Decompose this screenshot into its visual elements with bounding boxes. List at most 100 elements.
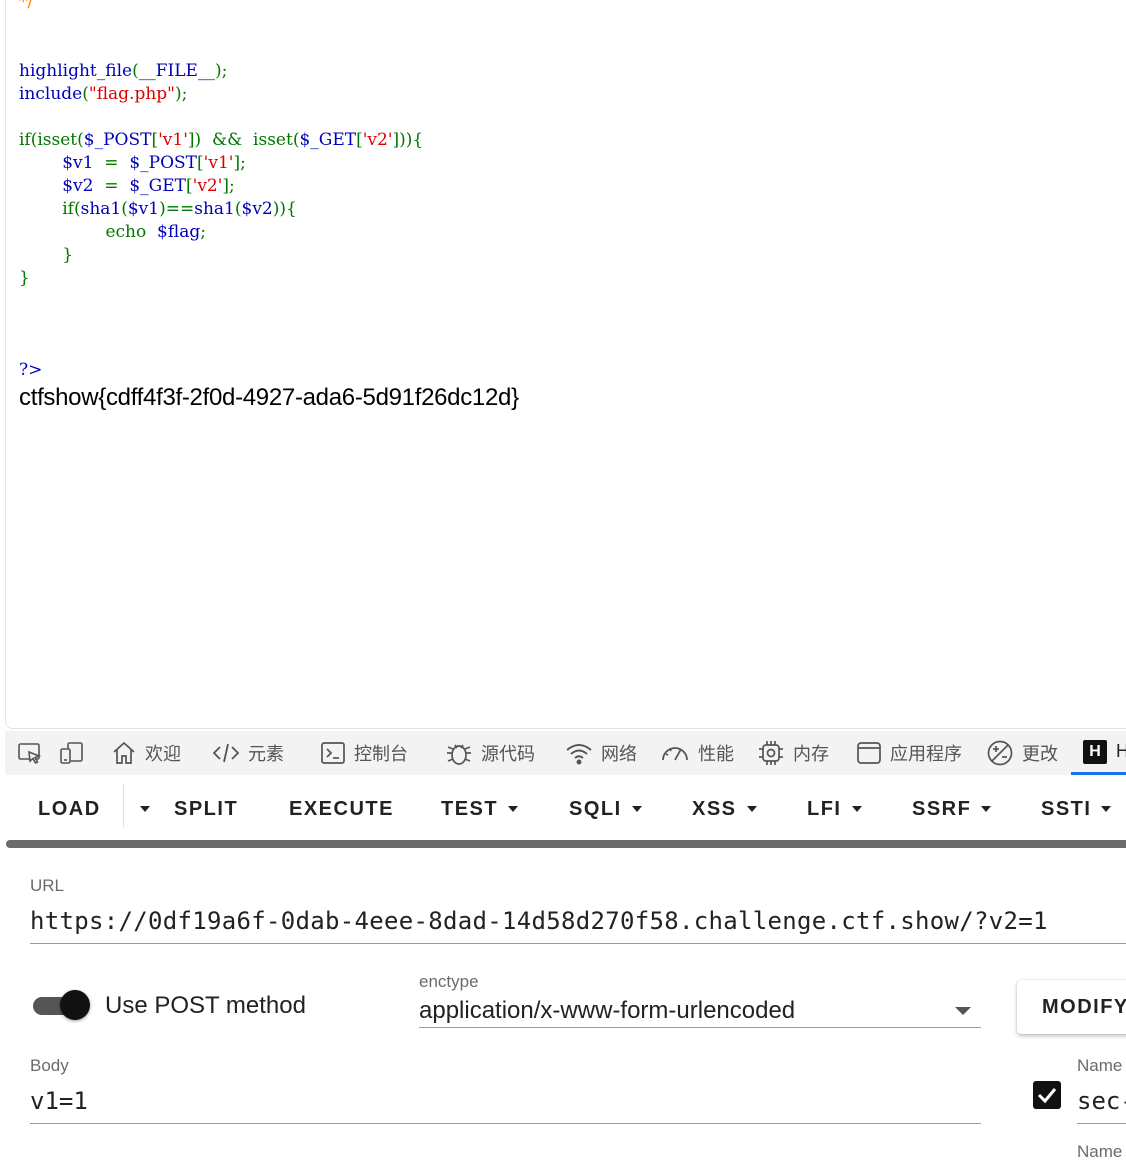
- code-token: );: [214, 61, 228, 81]
- code-token: include: [19, 84, 83, 104]
- ssrf-label: SSRF: [912, 797, 972, 820]
- lfi-label: LFI: [807, 797, 842, 820]
- code-token: )==: [159, 199, 195, 219]
- modify-header-button[interactable]: MODIFY: [1017, 980, 1126, 1034]
- tab-hackbar[interactable]: H H: [1071, 731, 1126, 775]
- tab-sources[interactable]: 源代码: [445, 731, 535, 775]
- tab-application[interactable]: 应用程序: [856, 731, 962, 775]
- code-token: )){: [272, 199, 297, 219]
- tab-label: 更改: [1022, 744, 1058, 764]
- code-line: */: [19, 0, 423, 14]
- tab-network[interactable]: 网络: [565, 731, 637, 775]
- code-token: 'v2': [362, 130, 393, 150]
- chip-icon: [759, 741, 783, 765]
- code-token: $v2: [241, 199, 273, 219]
- code-line: $v1 = $_POST['v1'];: [19, 152, 423, 175]
- tab-label: 性能: [698, 744, 734, 764]
- code-token: */: [19, 0, 34, 12]
- code-token: 'v1': [158, 130, 188, 150]
- code-token: ]) && isset(: [187, 130, 300, 150]
- sqli-label: SQLI: [569, 797, 622, 820]
- code-token: $_GET: [299, 130, 357, 150]
- toggle-knob[interactable]: [60, 990, 90, 1020]
- chevron-down-icon: [746, 806, 757, 812]
- url-input[interactable]: https://0df19a6f-0dab-4eee-8dad-14d58d27…: [30, 907, 1048, 935]
- code-token: }: [19, 245, 74, 265]
- code-token: $_POST: [83, 130, 152, 150]
- code-token: sha1: [80, 199, 122, 219]
- code-token: =: [104, 176, 130, 196]
- sqli-menu[interactable]: SQLI: [569, 794, 642, 824]
- code-token: [: [197, 153, 204, 173]
- code-token: $v1: [62, 153, 105, 173]
- load-dropdown-button[interactable]: [130, 794, 150, 824]
- bug-icon: [447, 744, 471, 765]
- chevron-down-icon[interactable]: [955, 1007, 971, 1015]
- hackbar-panel: LOAD SPLIT EXECUTE TEST SQLI XSS LFI SSR…: [5, 776, 1126, 1161]
- body-input[interactable]: v1=1: [30, 1087, 88, 1115]
- code-token: (: [82, 84, 89, 104]
- tab-label: H: [1116, 741, 1126, 761]
- check-icon: [1037, 1088, 1057, 1104]
- test-menu[interactable]: TEST: [441, 794, 519, 824]
- device-emulation-icon[interactable]: [59, 741, 85, 765]
- split-button[interactable]: SPLIT: [174, 794, 238, 824]
- xss-label: XSS: [692, 797, 737, 820]
- url-label: URL: [30, 876, 65, 895]
- code-icon: [212, 743, 240, 763]
- wifi-icon: [566, 744, 592, 765]
- code-token: highlight_file: [19, 61, 133, 81]
- ssti-menu[interactable]: SSTI: [1041, 794, 1112, 824]
- code-line: echo $flag;: [19, 221, 423, 244]
- gauge-icon: [662, 747, 688, 761]
- code-line: }: [19, 267, 423, 290]
- code-token: if(: [19, 199, 81, 219]
- code-token: (: [121, 199, 128, 219]
- chevron-down-icon: [140, 806, 150, 812]
- inspect-icon[interactable]: [17, 741, 43, 765]
- code-token: $_POST: [129, 153, 198, 173]
- tab-memory[interactable]: 内存: [757, 731, 829, 775]
- use-post-label: Use POST method: [105, 992, 306, 1019]
- code-token: );: [175, 84, 188, 104]
- tab-label: 网络: [601, 744, 637, 764]
- chevron-down-icon: [508, 806, 519, 812]
- chevron-down-icon: [631, 806, 642, 812]
- tab-label: 内存: [793, 744, 829, 764]
- header-enabled-checkbox[interactable]: [1033, 1081, 1061, 1109]
- window-icon: [857, 742, 881, 764]
- tab-label: 源代码: [481, 744, 535, 764]
- ssrf-menu[interactable]: SSRF: [912, 794, 992, 824]
- code-token: }: [19, 268, 30, 288]
- load-button[interactable]: LOAD: [38, 794, 101, 824]
- code-line: if(isset($_POST['v1']) && isset($_GET['v…: [19, 129, 423, 152]
- lfi-menu[interactable]: LFI: [807, 794, 862, 824]
- code-token: (: [234, 199, 242, 219]
- tab-performance[interactable]: 性能: [660, 731, 734, 775]
- code-token: $flag: [157, 222, 201, 242]
- code-token: echo: [19, 222, 158, 242]
- code-token: =: [104, 153, 130, 173]
- php-source-code: */highlight_file(__FILE__); include("flag…: [19, 0, 423, 382]
- tab-elements[interactable]: 元素: [212, 731, 284, 775]
- tab-console[interactable]: 控制台: [320, 731, 408, 775]
- tab-label: 应用程序: [890, 744, 962, 764]
- code-token: ?>: [19, 360, 43, 380]
- enctype-select[interactable]: application/x-www-form-urlencoded: [419, 997, 795, 1025]
- hackbar-toolbar: LOAD SPLIT EXECUTE TEST SQLI XSS LFI SSR…: [5, 776, 1126, 842]
- code-token: $_GET: [129, 176, 186, 196]
- tab-label: 欢迎: [145, 744, 181, 764]
- xss-menu[interactable]: XSS: [692, 794, 757, 824]
- changes-icon: [987, 740, 1013, 766]
- header-name-input[interactable]: sec-: [1077, 1087, 1126, 1115]
- url-underline: [30, 943, 1126, 944]
- code-token: [: [356, 130, 363, 150]
- execute-button[interactable]: EXECUTE: [289, 794, 394, 824]
- divider: [123, 784, 124, 828]
- tab-changes[interactable]: 更改: [986, 731, 1058, 775]
- code-line: ?>: [19, 359, 423, 382]
- tab-welcome[interactable]: 欢迎: [111, 731, 181, 775]
